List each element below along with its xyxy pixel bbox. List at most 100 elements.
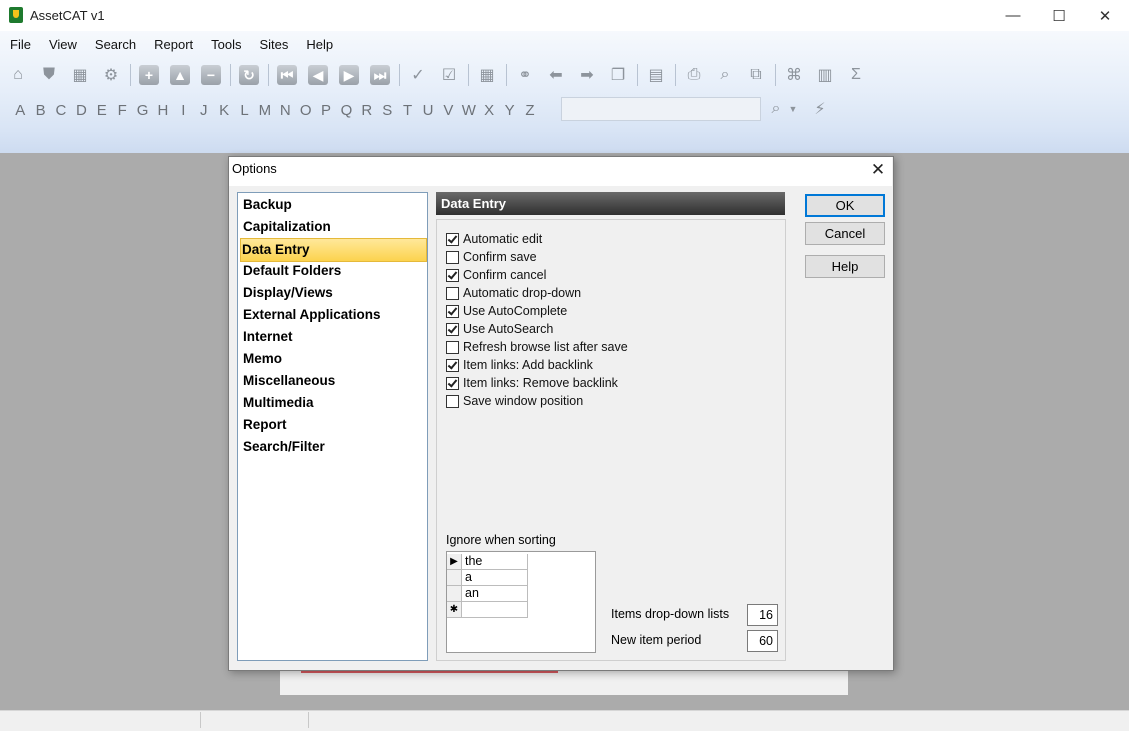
checkbox[interactable] <box>446 304 459 318</box>
checkbox[interactable] <box>446 358 459 372</box>
windows-icon[interactable]: ❐ <box>606 63 630 87</box>
menu-search[interactable]: Search <box>85 31 144 57</box>
checkbox[interactable] <box>446 250 459 264</box>
letter-t[interactable]: T <box>397 102 417 119</box>
grid-cell[interactable]: an <box>462 586 528 602</box>
category-display-views[interactable]: Display/Views <box>242 282 425 304</box>
letter-y[interactable]: Y <box>499 102 519 119</box>
category-backup[interactable]: Backup <box>242 194 425 216</box>
new-item-period-input[interactable]: 60 <box>747 630 778 652</box>
option-remove-backlink[interactable]: Item links: Remove backlink <box>446 374 618 392</box>
checkbox[interactable] <box>446 394 459 408</box>
letter-s[interactable]: S <box>377 102 397 119</box>
menu-file[interactable]: File <box>0 31 39 57</box>
option-save-window-position[interactable]: Save window position <box>446 392 583 410</box>
letter-c[interactable]: C <box>51 102 71 119</box>
menu-help[interactable]: Help <box>296 31 341 57</box>
check-icon[interactable]: ✓ <box>406 63 430 87</box>
category-external-applications[interactable]: External Applications <box>242 304 425 326</box>
last-record-icon[interactable]: ⏭ <box>368 63 392 87</box>
help-button[interactable]: Help <box>805 255 885 278</box>
print-preview-icon[interactable]: ⌕ <box>713 63 737 87</box>
letter-r[interactable]: R <box>357 102 377 119</box>
option-refresh-browse-list[interactable]: Refresh browse list after save <box>446 338 628 356</box>
first-record-icon[interactable]: ⏮ <box>275 63 299 87</box>
remove-icon[interactable]: − <box>199 63 223 87</box>
category-data-entry[interactable]: Data Entry <box>240 238 427 262</box>
grid-icon[interactable]: ▦ <box>68 63 92 87</box>
category-report[interactable]: Report <box>242 414 425 436</box>
grid-cell[interactable]: a <box>462 570 528 586</box>
category-memo[interactable]: Memo <box>242 348 425 370</box>
document-icon[interactable]: ▤ <box>644 63 668 87</box>
table-row[interactable]: an <box>447 586 528 602</box>
option-automatic-edit[interactable]: Automatic edit <box>446 230 542 248</box>
letter-v[interactable]: V <box>438 102 458 119</box>
handshake-icon[interactable]: ⚭ <box>513 63 537 87</box>
letter-l[interactable]: L <box>234 102 254 119</box>
menu-sites[interactable]: Sites <box>250 31 297 57</box>
items-dropdown-input[interactable]: 16 <box>747 604 778 626</box>
close-window-button[interactable]: ✕ <box>1082 0 1128 31</box>
category-internet[interactable]: Internet <box>242 326 425 348</box>
plug-icon[interactable]: ⚡ <box>808 97 832 121</box>
shield-icon[interactable]: ⛊ <box>37 63 61 87</box>
letter-k[interactable]: K <box>214 102 234 119</box>
dialog-close-button[interactable]: ✕ <box>866 157 890 183</box>
forward-arrow-icon[interactable]: ➡ <box>575 63 599 87</box>
ignore-sorting-grid[interactable]: ▶ the a an ✱ <box>446 551 596 653</box>
checkbox[interactable] <box>446 376 459 390</box>
chevron-down-icon[interactable]: ▼ <box>786 97 800 121</box>
letter-e[interactable]: E <box>92 102 112 119</box>
option-add-backlink[interactable]: Item links: Add backlink <box>446 356 593 374</box>
letter-a[interactable]: A <box>10 102 30 119</box>
letter-j[interactable]: J <box>194 102 214 119</box>
category-miscellaneous[interactable]: Miscellaneous <box>242 370 425 392</box>
ok-button[interactable]: OK <box>805 194 885 217</box>
menu-report[interactable]: Report <box>144 31 201 57</box>
letter-u[interactable]: U <box>418 102 438 119</box>
option-confirm-cancel[interactable]: Confirm cancel <box>446 266 546 284</box>
next-record-icon[interactable]: ▶ <box>337 63 361 87</box>
letter-f[interactable]: F <box>112 102 132 119</box>
category-default-folders[interactable]: Default Folders <box>242 260 425 282</box>
letter-x[interactable]: X <box>479 102 499 119</box>
letter-p[interactable]: P <box>316 102 336 119</box>
menu-tools[interactable]: Tools <box>201 31 249 57</box>
copy-icon[interactable]: ⧉ <box>744 63 768 87</box>
table-row[interactable]: a <box>447 570 528 586</box>
checkbox[interactable] <box>446 232 459 246</box>
back-arrow-icon[interactable]: ⬅ <box>544 63 568 87</box>
previous-record-icon[interactable]: ◀ <box>306 63 330 87</box>
menu-view[interactable]: View <box>39 31 85 57</box>
keypad-icon[interactable]: ▦ <box>475 63 499 87</box>
checkbox[interactable] <box>446 286 459 300</box>
category-multimedia[interactable]: Multimedia <box>242 392 425 414</box>
checkbox[interactable] <box>446 322 459 336</box>
checkbox[interactable] <box>446 268 459 282</box>
letter-g[interactable]: G <box>132 102 152 119</box>
letter-i[interactable]: I <box>173 102 193 119</box>
print-icon[interactable]: ⎙ <box>682 63 706 87</box>
cancel-button[interactable]: Cancel <box>805 222 885 245</box>
letter-d[interactable]: D <box>71 102 91 119</box>
category-capitalization[interactable]: Capitalization <box>242 216 425 238</box>
letter-b[interactable]: B <box>30 102 50 119</box>
grid-cell[interactable] <box>462 602 528 618</box>
option-use-autocomplete[interactable]: Use AutoComplete <box>446 302 567 320</box>
letter-n[interactable]: N <box>275 102 295 119</box>
checkbox[interactable] <box>446 340 459 354</box>
maximize-button[interactable]: ☐ <box>1036 0 1082 31</box>
letter-w[interactable]: W <box>459 102 479 119</box>
sum-icon[interactable]: Σ <box>844 63 868 87</box>
home-icon[interactable]: ⌂ <box>6 63 30 87</box>
move-up-icon[interactable]: ▲ <box>168 63 192 87</box>
option-use-autosearch[interactable]: Use AutoSearch <box>446 320 553 338</box>
quick-search-input[interactable] <box>561 97 761 121</box>
letter-m[interactable]: M <box>255 102 275 119</box>
settings-icon[interactable]: ⚙ <box>99 63 123 87</box>
table-row[interactable]: ▶ the <box>447 554 528 570</box>
option-automatic-drop-down[interactable]: Automatic drop-down <box>446 284 581 302</box>
table-row[interactable]: ✱ <box>447 602 528 618</box>
search-icon[interactable]: ⌕ <box>764 97 788 121</box>
